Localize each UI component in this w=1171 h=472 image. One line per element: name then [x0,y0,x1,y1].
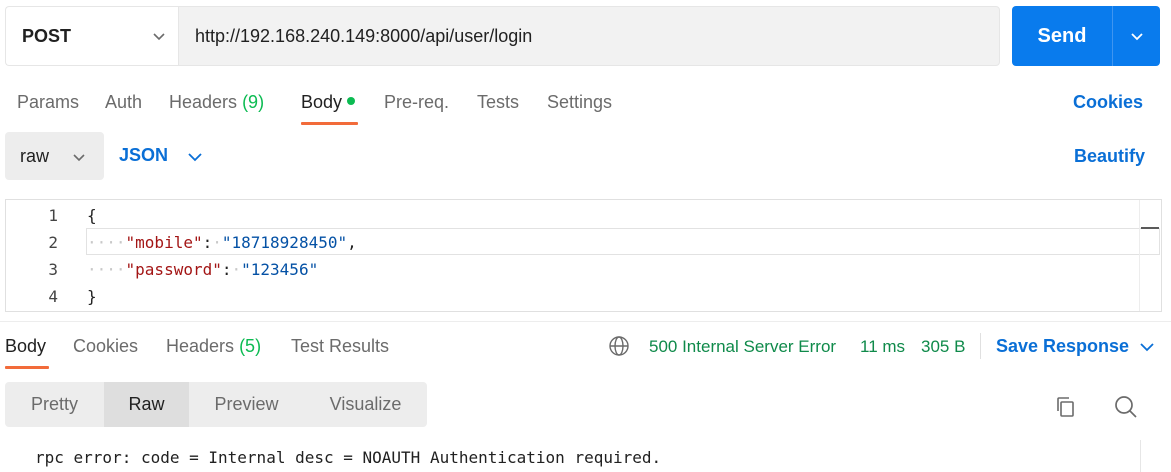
indent-whitespace: ···· [87,260,126,279]
json-key: "mobile" [125,233,203,252]
view-visualize[interactable]: Visualize [304,382,427,427]
indent-whitespace: ···· [87,233,126,252]
send-options-button[interactable] [1113,6,1160,66]
active-response-tab-underline [5,366,49,369]
response-tab-headers-count: (5) [239,336,262,356]
line-code: } [87,287,97,306]
send-button-group: Send [1012,6,1160,66]
response-body-text[interactable]: rpc error: code = Internal desc = NOAUTH… [35,448,661,467]
json-key: "password" [125,260,222,279]
chevron-down-icon[interactable] [1138,339,1156,355]
tab-tests[interactable]: Tests [477,92,519,113]
tab-prereq[interactable]: Pre-req. [384,92,449,113]
editor-line: 2 ····"mobile":·"18718928450", [6,229,1161,256]
scrollbar-cursor-marker [1141,227,1159,229]
line-code: ····"mobile":·"18718928450", [87,233,357,252]
line-number: 4 [48,287,58,306]
body-modified-dot [347,97,356,106]
line-number: 3 [48,260,58,279]
method-value: POST [22,25,72,46]
request-bar: POST http://192.168.240.149:8000/api/use… [5,6,1160,66]
tab-settings[interactable]: Settings [547,92,612,113]
editor-scrollbar[interactable] [1139,200,1161,311]
response-size[interactable]: 305 B [921,337,965,357]
search-icon[interactable] [1113,394,1139,420]
tab-params[interactable]: Params [17,92,79,113]
language-select[interactable]: JSON [119,145,168,166]
code-editor[interactable]: 1 { 2 ····"mobile":·"18718928450", 3 ···… [5,199,1162,312]
url-input[interactable]: http://192.168.240.149:8000/api/user/log… [178,6,1000,66]
tab-headers-count: (9) [242,92,265,112]
tab-auth[interactable]: Auth [105,92,142,113]
globe-icon[interactable] [608,335,630,357]
copy-icon[interactable] [1054,394,1080,420]
status-divider [980,333,981,359]
chevron-down-icon[interactable] [186,149,204,165]
tab-body[interactable]: Body [301,92,356,113]
tab-headers[interactable]: Headers (9) [169,92,264,113]
json-value: "18718928450" [221,233,348,252]
view-preview[interactable]: Preview [189,382,304,427]
body-mode-select[interactable]: raw [5,132,104,180]
response-tab-cookies[interactable]: Cookies [73,336,138,357]
editor-line: 3 ····"password":·"123456" [6,256,1161,283]
tab-headers-label: Headers [169,92,238,112]
line-number: 1 [48,206,58,225]
response-scrollbar[interactable] [1140,440,1141,472]
method-select[interactable]: POST [5,6,178,66]
response-tab-headers-label: Headers [166,336,235,356]
editor-line: 1 { [6,202,1161,229]
response-time[interactable]: 11 ms [860,337,905,357]
space-marker: · [212,233,222,252]
view-raw[interactable]: Raw [104,382,189,427]
active-tab-underline [301,122,358,125]
beautify-link[interactable]: Beautify [1074,146,1145,167]
response-tab-body[interactable]: Body [5,336,46,357]
response-view-selector: Pretty Raw Preview Visualize [5,382,427,427]
body-mode-value: raw [20,145,50,166]
chevron-down-icon [153,33,165,41]
response-tab-headers[interactable]: Headers (5) [166,336,261,357]
status-code[interactable]: 500 Internal Server Error [649,337,836,357]
chevron-down-icon [1130,33,1143,41]
response-tab-test-results[interactable]: Test Results [291,336,389,357]
json-comma: , [347,233,357,252]
json-value: "123456" [241,260,319,279]
space-marker: · [231,260,242,279]
line-number: 2 [48,233,58,252]
chevron-down-icon [73,154,85,162]
editor-line: 4 } [6,283,1161,310]
view-pretty[interactable]: Pretty [5,382,104,427]
cookies-link[interactable]: Cookies [1073,92,1143,113]
tab-body-label: Body [301,92,343,112]
line-code: { [87,206,97,225]
send-button[interactable]: Send [1012,6,1112,66]
url-value: http://192.168.240.149:8000/api/user/log… [195,25,533,46]
line-code: ····"password":·"123456" [87,260,319,279]
save-response-button[interactable]: Save Response [996,336,1129,357]
pane-divider[interactable] [0,321,1171,322]
